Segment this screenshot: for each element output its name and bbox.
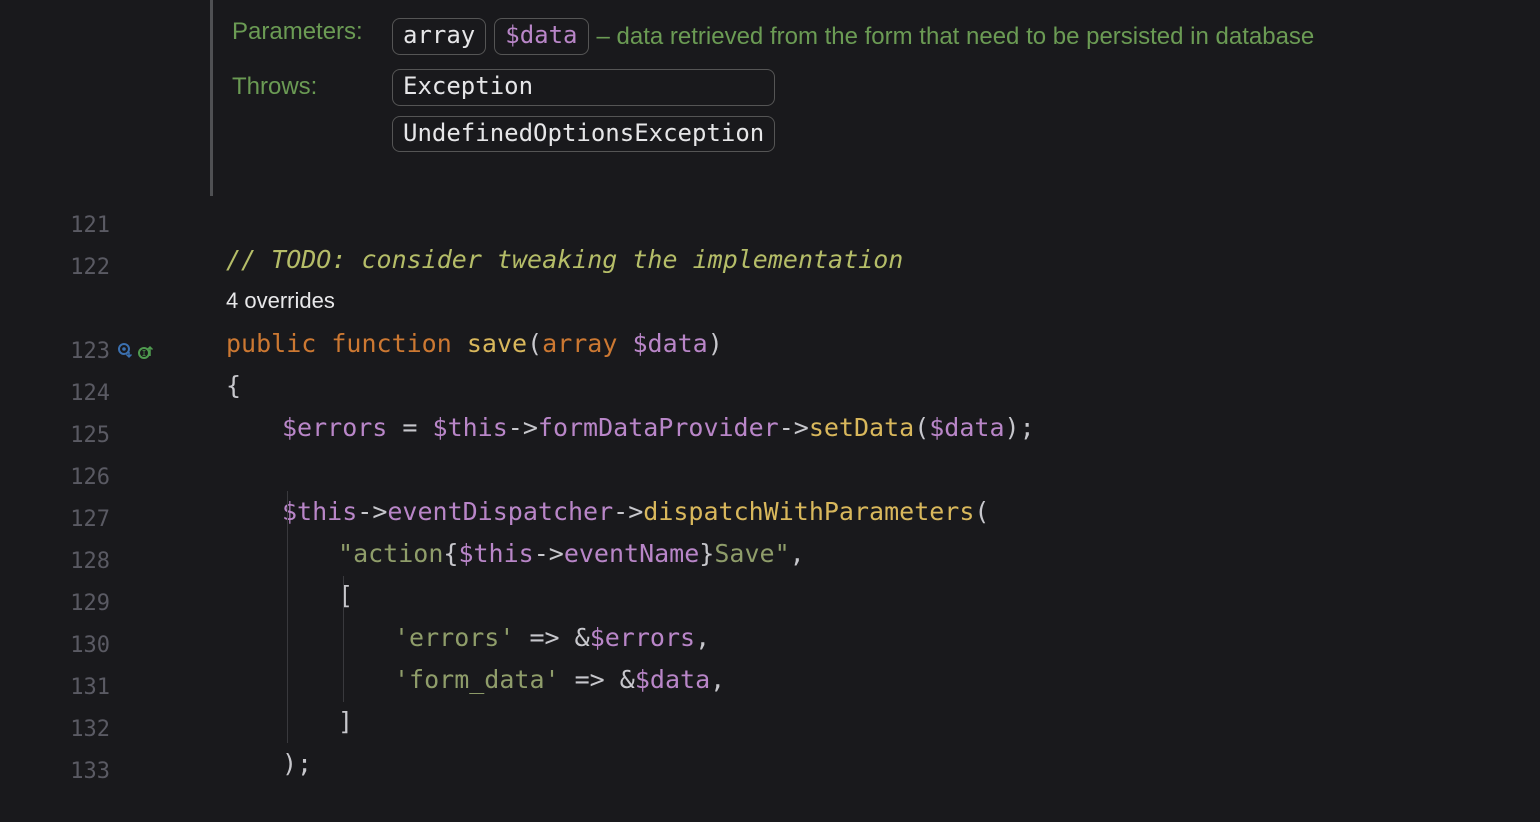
svg-text:I: I	[142, 349, 147, 358]
todo-comment: // TODO: consider tweaking the implement…	[226, 245, 903, 274]
code-line[interactable]	[170, 448, 1540, 490]
code-line[interactable]: $this->eventDispatcher->dispatchWithPara…	[170, 490, 1540, 532]
line-number[interactable]: 126	[0, 456, 170, 498]
code-line[interactable]: );	[170, 742, 1540, 784]
throws-tag[interactable]: UndefinedOptionsException	[392, 116, 775, 153]
line-number[interactable]: 125	[0, 414, 170, 456]
line-number[interactable]: 130	[0, 624, 170, 666]
code-line[interactable]: $errors = $this->formDataProvider->setDa…	[170, 406, 1540, 448]
param-type-tag[interactable]: array	[392, 18, 486, 55]
line-number[interactable]: 128	[0, 540, 170, 582]
throws-tag[interactable]: Exception	[392, 69, 775, 106]
indent-guide	[287, 491, 288, 743]
doc-block: Parameters: array $data – data retrieved…	[170, 0, 1540, 196]
line-number[interactable]: 124	[0, 372, 170, 414]
line-number[interactable]: 133	[0, 750, 170, 792]
doc-throws-row: Throws: Exception UndefinedOptionsExcept…	[232, 69, 1540, 153]
override-gutter-icon[interactable]	[118, 343, 134, 359]
code-line[interactable]: [	[170, 574, 1540, 616]
code-area[interactable]: Parameters: array $data – data retrieved…	[170, 0, 1540, 822]
code-line[interactable]: 'errors' => &$errors,	[170, 616, 1540, 658]
overrides-inlay-hint[interactable]: 4 overrides	[170, 280, 1540, 322]
code-line[interactable]: 'form_data' => &$data,	[170, 658, 1540, 700]
line-number[interactable]: 132	[0, 708, 170, 750]
line-number[interactable]: 122	[0, 246, 170, 288]
line-number[interactable]: 131	[0, 666, 170, 708]
line-number-gutter: 121 122 123 I 124 125 126 127 128 129 13…	[0, 0, 170, 822]
implements-gutter-icon[interactable]: I	[138, 343, 154, 359]
code-line[interactable]: public function save(array $data)	[170, 322, 1540, 364]
param-name-tag[interactable]: $data	[494, 18, 588, 55]
line-number[interactable]: 127	[0, 498, 170, 540]
code-line[interactable]: "action{$this->eventName}Save",	[170, 532, 1540, 574]
indent-guide	[343, 576, 344, 702]
code-editor[interactable]: 121 122 123 I 124 125 126 127 128 129 13…	[0, 0, 1540, 822]
code-line[interactable]: ]	[170, 700, 1540, 742]
doc-parameters-label: Parameters:	[232, 18, 382, 46]
code-line[interactable]: // TODO: consider tweaking the implement…	[170, 238, 1540, 280]
doc-throws-label: Throws:	[232, 69, 382, 101]
line-number[interactable]: 121	[0, 204, 170, 246]
line-number[interactable]: 123 I	[0, 330, 170, 372]
doc-parameters-tags: array $data – data retrieved from the fo…	[392, 18, 1314, 55]
code-line[interactable]: {	[170, 364, 1540, 406]
gutter-spacer	[0, 288, 170, 330]
line-number[interactable]: 129	[0, 582, 170, 624]
doc-block-border	[210, 0, 213, 196]
param-description: – data retrieved from the form that need…	[597, 21, 1315, 52]
doc-parameters-row: Parameters: array $data – data retrieved…	[232, 18, 1540, 55]
code-line[interactable]	[170, 196, 1540, 238]
